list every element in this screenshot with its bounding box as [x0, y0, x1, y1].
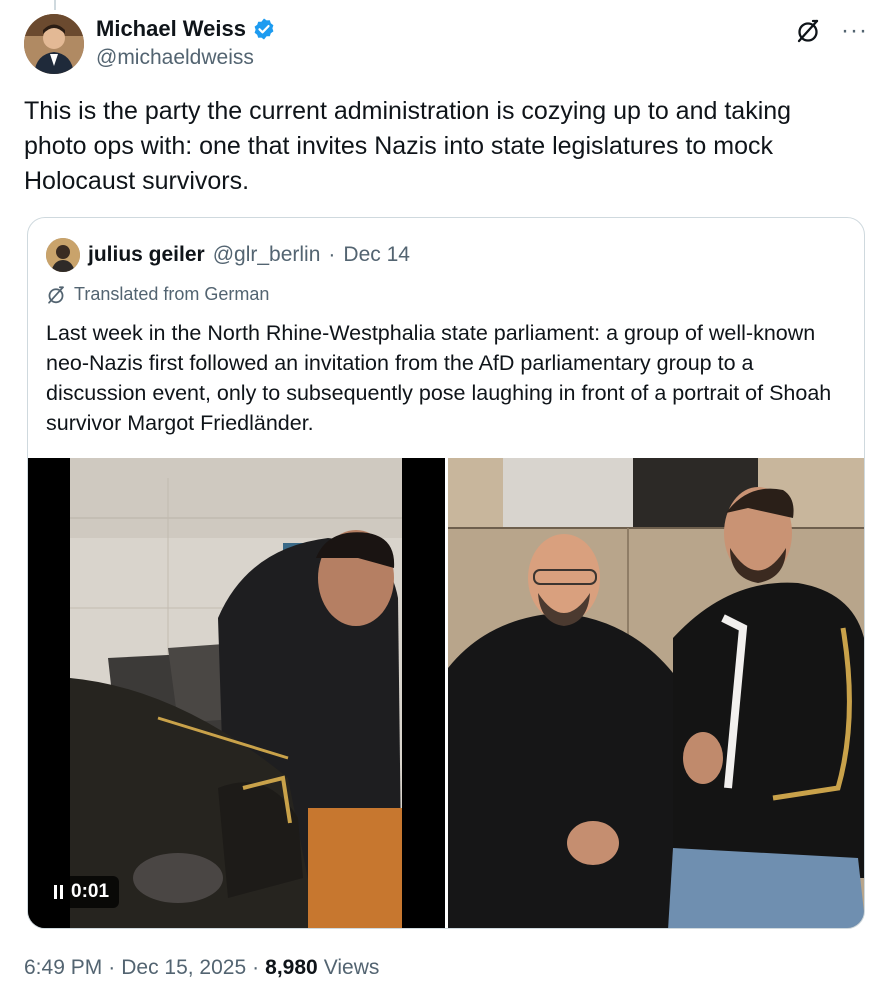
more-options-icon[interactable]: ··· [841, 19, 868, 43]
quoted-author-display-name[interactable]: julius geiler [88, 243, 205, 267]
grok-icon[interactable] [795, 18, 821, 44]
quoted-tweet-header: julius geiler @glr_berlin · Dec 14 [46, 238, 410, 272]
quoted-author-handle[interactable]: @glr_berlin [213, 243, 321, 267]
tweet-time[interactable]: 6:49 PM [24, 956, 102, 980]
quoted-date[interactable]: Dec 14 [343, 243, 410, 267]
tweet-header: Michael Weiss @michaeldweiss ··· [24, 12, 868, 76]
quoted-tweet-text: Last week in the North Rhine-Westphalia … [46, 321, 832, 435]
pause-icon[interactable] [54, 885, 63, 899]
avatar-photo-icon [24, 14, 84, 74]
tweet-date[interactable]: Dec 15, 2025 [121, 956, 246, 980]
author-display-name[interactable]: Michael Weiss [96, 16, 246, 42]
video-player[interactable]: 0:01 [28, 458, 445, 928]
thread-connector-line [54, 0, 56, 10]
photo-image[interactable] [448, 458, 864, 928]
footer-separator: · [108, 956, 116, 979]
views-count[interactable]: 8,980 [265, 956, 318, 980]
video-timestamp-badge[interactable]: 0:01 [44, 876, 120, 908]
translated-label-text: Translated from German [74, 284, 270, 304]
grok-translate-icon [48, 285, 64, 304]
footer-separator-2: · [252, 956, 260, 979]
tweet-body-text: This is the party the current administra… [24, 97, 792, 195]
tweet-top-actions: ··· [795, 18, 868, 44]
quoted-media-grid: 0:01 [28, 458, 864, 928]
photo-frame-image [448, 458, 864, 928]
views-label: Views [323, 956, 380, 979]
tweet-footer: 6:49 PM · Dec 15, 2025 · 8,980 Views [24, 956, 379, 980]
quoted-author-avatar[interactable] [46, 238, 80, 272]
video-frame-image [28, 458, 445, 928]
author-names: Michael Weiss @michaeldweiss [96, 16, 276, 70]
author-handle[interactable]: @michaeldweiss [96, 46, 276, 70]
verified-badge-icon [254, 18, 274, 40]
translated-label: Translated from German [46, 284, 269, 305]
video-time: 0:01 [71, 881, 110, 902]
quoted-tweet[interactable]: julius geiler @glr_berlin · Dec 14 Trans… [27, 217, 865, 929]
quoted-separator: · [328, 243, 336, 266]
author-avatar[interactable] [24, 14, 84, 74]
quoted-avatar-photo-icon [46, 238, 80, 272]
